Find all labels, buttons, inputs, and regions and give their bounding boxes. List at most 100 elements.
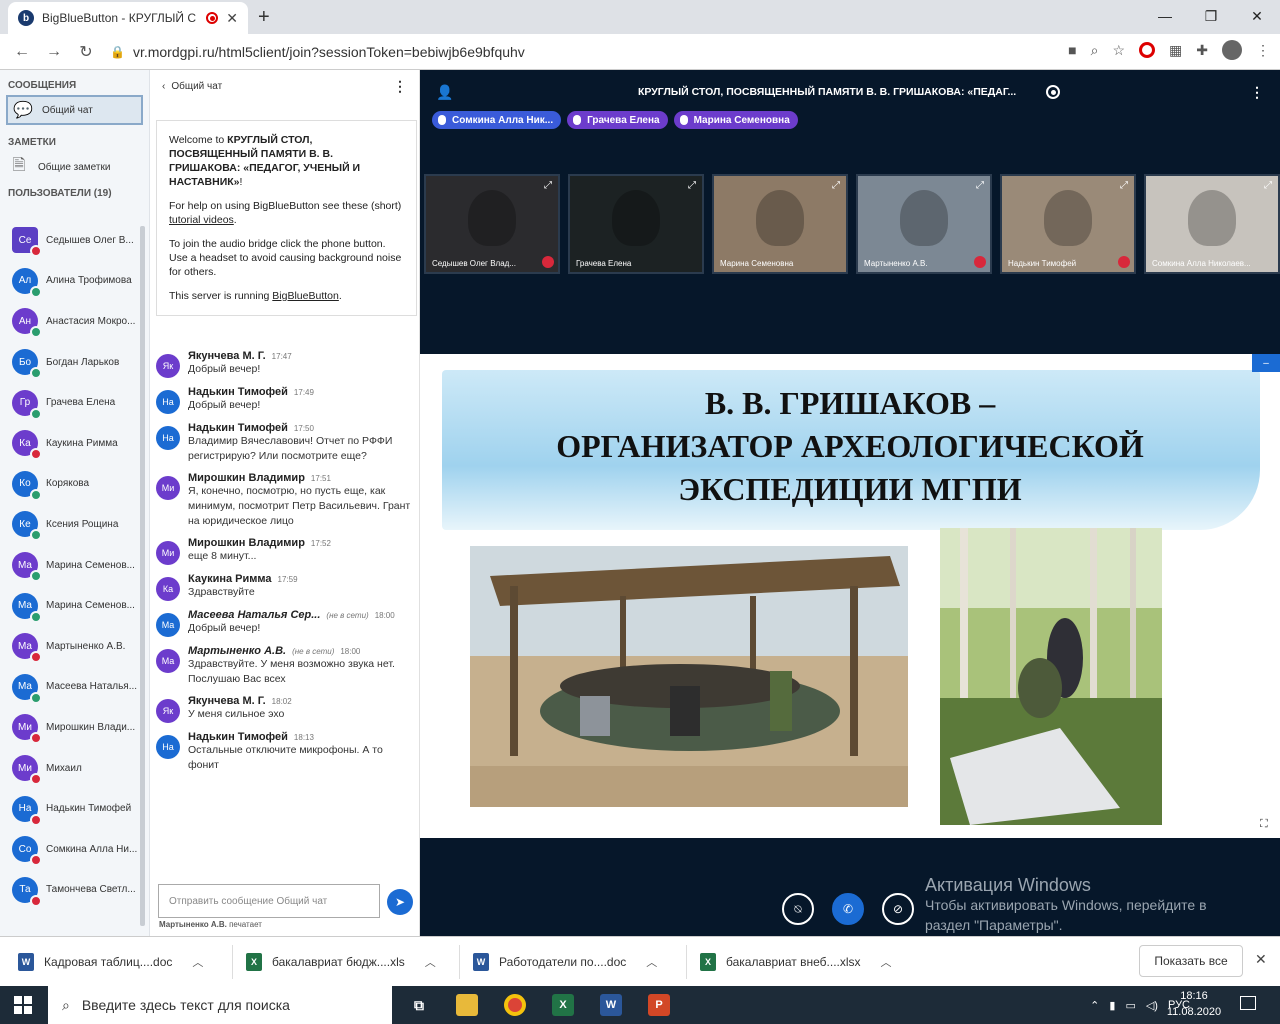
- chevron-up-icon[interactable]: ︿: [425, 954, 436, 970]
- fullscreen-icon[interactable]: ⤢: [976, 180, 984, 191]
- user-list-item[interactable]: Ма Масеева Наталья...: [0, 667, 146, 708]
- chevron-up-icon[interactable]: ︿: [646, 954, 657, 970]
- close-tab-icon[interactable]: ✕: [226, 10, 238, 27]
- webcam-toggle-button[interactable]: ⊘: [882, 893, 914, 925]
- download-item[interactable]: W Работодатели по....doc ︿: [473, 949, 657, 975]
- user-list-item[interactable]: Ка Каукина Римма: [0, 423, 146, 464]
- message-header: Мирошкин Владимир 17:51: [188, 472, 416, 484]
- talking-indicator[interactable]: Грачева Елена: [567, 111, 668, 129]
- minimize-presentation-button[interactable]: –: [1252, 354, 1280, 372]
- audio-phone-button[interactable]: ✆: [832, 893, 864, 925]
- new-tab-button[interactable]: +: [258, 6, 270, 29]
- tray-expand-icon[interactable]: ⌃: [1090, 999, 1099, 1012]
- user-list-item[interactable]: Ми Михаил: [0, 748, 146, 789]
- bigbluebutton-link[interactable]: BigBlueButton: [272, 290, 339, 302]
- user-list-item[interactable]: Та Тамончева Светл...: [0, 870, 146, 911]
- bookmark-star-icon[interactable]: ☆: [1112, 42, 1125, 59]
- user-list-item[interactable]: Ко Корякова: [0, 464, 146, 505]
- user-list-item[interactable]: Ма Марина Семенов...: [0, 585, 146, 626]
- back-button[interactable]: ←: [6, 43, 38, 61]
- powerpoint-icon[interactable]: P: [644, 990, 674, 1020]
- taskbar-search[interactable]: ⌕ Введите здесь текст для поиска: [48, 986, 392, 1024]
- windows-start-icon[interactable]: [14, 996, 32, 1014]
- chevron-up-icon[interactable]: ︿: [192, 954, 203, 970]
- user-list-item[interactable]: Ан Анастасия Мокро...: [0, 301, 146, 342]
- webcam-tile[interactable]: ⤢ Сомкина Алла Николаев...: [1144, 174, 1280, 274]
- file-explorer-icon[interactable]: [452, 990, 482, 1020]
- taskbar-clock[interactable]: 18:16 11.08.2020: [1164, 988, 1224, 1020]
- user-list-item[interactable]: Ма Мартыненко А.В.: [0, 626, 146, 667]
- send-message-button[interactable]: ➤: [387, 889, 413, 915]
- talking-indicator[interactable]: Сомкина Алла Ник...: [432, 111, 562, 129]
- webcam-tile[interactable]: ⤢ Седышев Олег Влад...: [424, 174, 560, 274]
- chat-message: Як Якунчева М. Г. 18:02 У меня сильное эхо: [156, 695, 416, 723]
- puzzle-icon[interactable]: ✚: [1196, 42, 1208, 59]
- maximize-window-button[interactable]: ❐: [1188, 0, 1234, 32]
- users-list: Се Седышев Олег В... Ал Алина Трофимова Ан Ан…: [0, 220, 146, 936]
- microphone-tray-icon[interactable]: ▮: [1109, 999, 1115, 1012]
- browser-menu-icon[interactable]: ⋮: [1256, 42, 1270, 59]
- user-list-item[interactable]: Ал Алина Трофимова: [0, 261, 146, 302]
- task-view-icon[interactable]: ⧉: [404, 990, 434, 1020]
- opera-extension-icon[interactable]: [1139, 42, 1156, 58]
- fullscreen-icon[interactable]: ⤢: [688, 180, 696, 191]
- user-list-item[interactable]: Гр Грачева Елена: [0, 382, 146, 423]
- chat-message-input[interactable]: Отправить сообщение Общий чат: [158, 884, 380, 918]
- user-list-item[interactable]: Бо Богдан Ларьков: [0, 342, 146, 383]
- webcam-tile[interactable]: ⤢ Мартыненко А.В.: [856, 174, 992, 274]
- tutorial-videos-link[interactable]: tutorial videos: [169, 214, 234, 226]
- user-list-item[interactable]: Ке Ксения Рощина: [0, 504, 146, 545]
- notifications-icon[interactable]: [1240, 996, 1256, 1010]
- volume-icon[interactable]: ◁): [1146, 999, 1158, 1012]
- public-chat-item[interactable]: 💬 Общий чат: [6, 95, 143, 125]
- options-menu-icon[interactable]: ⋮: [1250, 84, 1264, 101]
- fullscreen-icon[interactable]: ⤢: [1120, 180, 1128, 191]
- user-list-item[interactable]: Се Седышев Олег В...: [0, 220, 146, 261]
- recording-indicator-icon[interactable]: [1046, 85, 1060, 99]
- user-list-item[interactable]: Ма Марина Семенов...: [0, 545, 146, 586]
- download-item[interactable]: Xбакалавриат внеб....xlsx ︿: [700, 949, 892, 975]
- profile-avatar-icon[interactable]: [1222, 40, 1242, 60]
- avatar-initials: Се: [18, 234, 32, 246]
- minimize-window-button[interactable]: —: [1142, 0, 1188, 32]
- browser-tab[interactable]: b BigBlueButton - КРУГЛЫЙ С ✕: [8, 2, 248, 34]
- fullscreen-icon[interactable]: ⤢: [544, 180, 552, 191]
- muted-microphone-icon: [1118, 256, 1130, 268]
- webcam-user-name: Марина Семеновна: [720, 259, 794, 268]
- reload-button[interactable]: ↻: [70, 42, 102, 62]
- chevron-up-icon[interactable]: ︿: [881, 954, 892, 970]
- zoom-icon[interactable]: ⌕: [1091, 42, 1099, 59]
- typing-suffix: печатает: [226, 920, 262, 929]
- show-all-downloads-button[interactable]: Показать все: [1139, 945, 1243, 977]
- chat-title[interactable]: Общий чат: [171, 81, 222, 92]
- forward-button[interactable]: →: [38, 43, 70, 61]
- fullscreen-icon[interactable]: ⤢: [1264, 180, 1272, 191]
- webcam-tile[interactable]: ⤢ Марина Семеновна: [712, 174, 848, 274]
- close-window-button[interactable]: ✕: [1234, 0, 1280, 32]
- webcam-tile[interactable]: ⤢ Надькин Тимофей: [1000, 174, 1136, 274]
- expedition-group-photo: [470, 546, 908, 807]
- mute-microphone-button[interactable]: ⍉: [782, 893, 814, 925]
- camera-icon[interactable]: ■: [1068, 42, 1076, 58]
- download-item[interactable]: Xбакалавриат бюдж....xls ︿: [246, 949, 436, 975]
- fullscreen-icon[interactable]: ⤢: [832, 180, 840, 191]
- extension-icon[interactable]: ▦: [1169, 42, 1182, 59]
- shared-notes-item[interactable]: 🗎 Общие заметки: [0, 152, 149, 182]
- chevron-left-icon[interactable]: ‹: [162, 81, 165, 92]
- word-icon[interactable]: W: [596, 990, 626, 1020]
- close-downloads-icon[interactable]: ✕: [1255, 951, 1267, 968]
- download-item[interactable]: W Кадровая таблиц....doc ︿: [18, 949, 203, 975]
- user-list-item[interactable]: На Надькин Тимофей: [0, 788, 146, 829]
- user-list-item[interactable]: Со Сомкина Алла Ни...: [0, 829, 146, 870]
- user-list-item[interactable]: Ми Мирошкин Влади...: [0, 707, 146, 748]
- excel-icon[interactable]: X: [548, 990, 578, 1020]
- presentation-fullscreen-icon[interactable]: ⛶: [1260, 818, 1276, 834]
- chrome-icon[interactable]: [500, 990, 530, 1020]
- userlist-scrollbar[interactable]: [140, 226, 145, 926]
- network-icon[interactable]: ▭: [1125, 999, 1135, 1012]
- webcam-tile[interactable]: ⤢ Грачева Елена: [568, 174, 704, 274]
- url-field[interactable]: 🔒 vr.mordgpi.ru/html5client/join?session…: [110, 38, 1010, 66]
- chat-options-icon[interactable]: ⋮: [393, 78, 407, 95]
- talking-indicator[interactable]: Марина Семеновна: [673, 111, 798, 129]
- user-list-toggle-icon[interactable]: 👤: [436, 84, 453, 101]
